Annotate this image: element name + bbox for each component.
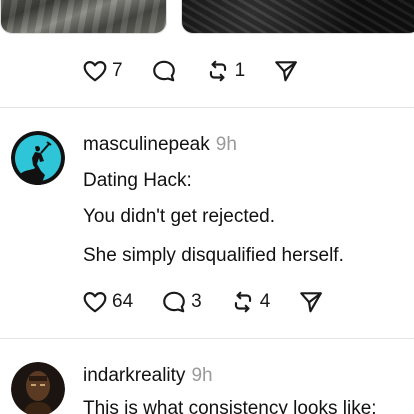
comment-button[interactable] — [151, 58, 177, 84]
post-header: masculinepeak 9h — [83, 134, 237, 156]
post-divider — [0, 107, 414, 108]
username[interactable]: indarkreality — [83, 365, 185, 387]
post-actions: 64 3 4 — [82, 289, 352, 315]
previous-post-media — [0, 0, 414, 36]
comment-bubble-icon — [163, 291, 185, 313]
username[interactable]: masculinepeak — [83, 134, 210, 156]
comment-button[interactable]: 3 — [161, 289, 202, 315]
repost-icon — [209, 60, 226, 82]
repost-button[interactable]: 1 — [205, 58, 246, 84]
timestamp: 9h — [215, 134, 237, 155]
media-image-2[interactable] — [181, 0, 414, 34]
heart-icon — [83, 292, 107, 313]
comment-count: 3 — [191, 291, 202, 312]
heart-icon — [83, 61, 107, 82]
repost-count: 4 — [259, 291, 271, 312]
comment-bubble-icon — [152, 60, 175, 82]
post-text-line: She simply disqualified herself. — [83, 245, 344, 266]
timestamp: 9h — [191, 365, 213, 386]
send-icon — [275, 61, 297, 82]
avatar[interactable] — [11, 131, 65, 185]
like-button[interactable]: 7 — [82, 58, 123, 84]
like-count: 7 — [112, 60, 123, 81]
media-image-1[interactable] — [0, 0, 167, 34]
like-button[interactable]: 64 — [82, 289, 133, 315]
avatar-image-face — [11, 362, 65, 414]
repost-icon — [234, 291, 251, 313]
post-divider — [0, 338, 414, 339]
share-button[interactable] — [298, 289, 324, 315]
repost-count: 1 — [234, 60, 246, 81]
post-text-line: Dating Hack: — [83, 170, 192, 191]
avatar[interactable] — [11, 362, 65, 414]
post-text-line: This is what consistency looks like: — [83, 398, 377, 414]
avatar-image-climber — [11, 131, 65, 185]
share-button[interactable] — [273, 58, 299, 84]
previous-post-actions: 7 1 — [82, 58, 327, 84]
repost-button[interactable]: 4 — [230, 289, 271, 315]
like-count: 64 — [112, 291, 134, 312]
send-icon — [300, 292, 323, 313]
post-header: indarkreality 9h — [83, 365, 213, 387]
post-text-line: You didn't get rejected. — [83, 206, 276, 227]
